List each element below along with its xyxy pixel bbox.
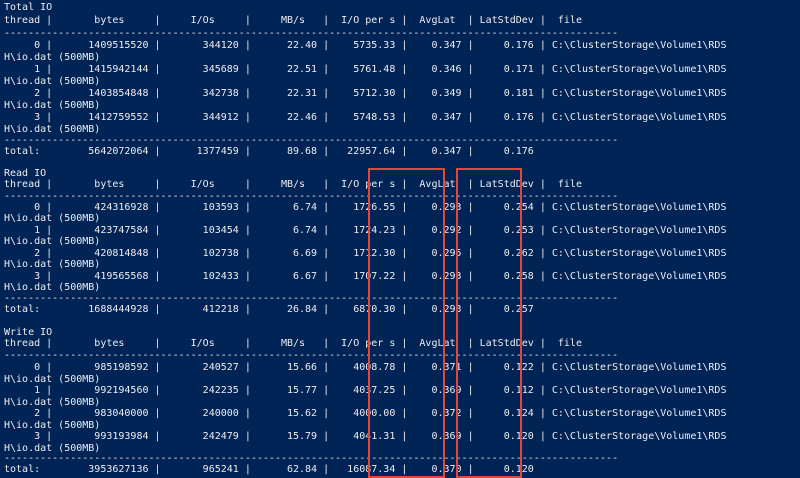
table-row: 1 | 1415942144 | 345689 | 22.51 | 5761.4…: [4, 64, 727, 75]
table-row: 0 | 1409515520 | 344120 | 22.40 | 5735.3…: [4, 40, 727, 51]
table-row: 3 | 993193984 | 242479 | 15.79 | 4041.31…: [4, 431, 727, 442]
table-row: 0 | 985198592 | 240527 | 15.66 | 4008.78…: [4, 362, 727, 373]
total-row: total: 5642072064 | 1377459 | 89.68 | 22…: [4, 146, 534, 157]
table-row: 2 | 420814848 | 102738 | 6.69 | 1712.30 …: [4, 248, 727, 259]
table-row: 2 | 1403854848 | 342738 | 22.31 | 5712.3…: [4, 88, 727, 99]
table-header-total: thread | bytes | I/Os | MB/s | I/O per s…: [4, 15, 582, 26]
table-row: 3 | 419565568 | 102433 | 6.67 | 1707.22 …: [4, 271, 727, 282]
table-row: 3 | 1412759552 | 344912 | 22.46 | 5748.5…: [4, 112, 727, 123]
total-row: total: 1688444928 | 412218 | 26.84 | 687…: [4, 304, 534, 315]
section-title-total-io: Total IO: [4, 2, 53, 13]
console-output[interactable]: Total IO thread | bytes | I/Os | MB/s | …: [4, 0, 800, 478]
total-row: total: 3953627136 | 965241 | 62.84 | 160…: [4, 464, 534, 475]
table-row: 0 | 424316928 | 103593 | 6.74 | 1726.55 …: [4, 202, 727, 213]
table-row: 2 | 983040000 | 240000 | 15.62 | 4000.00…: [4, 408, 727, 419]
table-row: 1 | 423747584 | 103454 | 6.74 | 1724.23 …: [4, 225, 727, 236]
table-row: 1 | 992194560 | 242235 | 15.77 | 4037.25…: [4, 385, 727, 396]
